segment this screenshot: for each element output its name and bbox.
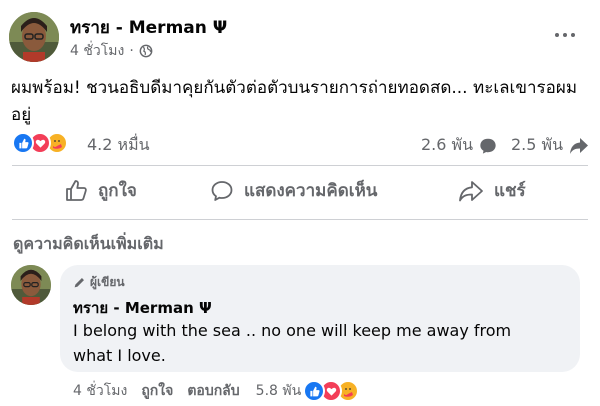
like-button-label: ถูกใจ	[98, 181, 137, 201]
like-button[interactable]: ถูกใจ	[64, 177, 137, 204]
thumbs-up-icon	[64, 179, 88, 203]
comment-author-name[interactable]: ทราย - Merman Ψ	[73, 296, 212, 320]
share-button[interactable]: แชร์	[458, 177, 526, 204]
comment-count-group[interactable]: 2.6 พัน	[421, 133, 497, 158]
author-badge: ผู้เขียน	[73, 273, 125, 292]
comment-reply-button[interactable]: ตอบกลับ	[187, 380, 239, 402]
comment-button[interactable]: แสดงความคิดเห็น	[210, 177, 377, 204]
commenter-avatar[interactable]	[11, 265, 51, 305]
more-options-icon[interactable]	[555, 30, 581, 40]
comment-time[interactable]: 4 ชั่วโมง	[73, 380, 127, 402]
comment-text: I belong with the sea .. no one will kee…	[73, 321, 512, 365]
post-author-name[interactable]: ทราย - Merman Ψ	[70, 14, 227, 41]
like-reaction-icon	[12, 132, 34, 154]
comment-reaction-icons[interactable]	[303, 380, 360, 402]
globe-icon	[139, 44, 153, 58]
reaction-count[interactable]: 4.2 หมื่น	[87, 133, 150, 158]
actions-divider	[12, 219, 588, 220]
reactions-divider	[12, 165, 588, 166]
share-button-label: แชร์	[494, 181, 526, 201]
like-reaction-icon	[303, 380, 326, 402]
view-more-comments-link[interactable]: ดูความคิดเห็นเพิ่มเติม	[13, 232, 164, 257]
comment-count: 2.6 พัน	[421, 135, 474, 154]
post-meta: 4 ชั่วโมง ·	[70, 40, 153, 62]
share-count-group[interactable]: 2.5 พัน	[511, 133, 589, 158]
share-icon	[458, 180, 484, 202]
comment-actions: 4 ชั่วโมง ถูกใจ ตอบกลับ 5.8 พัน	[73, 380, 360, 402]
post-time[interactable]: 4 ชั่วโมง	[70, 40, 124, 62]
comment-icon	[210, 179, 234, 203]
post-text: ผมพร้อม! ชวนอธิบดีมาคุยกันตัวต่อตัวบนราย…	[11, 78, 578, 125]
comment-like-button[interactable]: ถูกใจ	[141, 380, 173, 402]
reaction-icons[interactable]	[12, 132, 68, 154]
author-badge-label: ผู้เขียน	[90, 275, 125, 289]
share-arrow-icon	[569, 137, 589, 155]
comment-reaction-count[interactable]: 5.8 พัน	[256, 380, 302, 402]
author-avatar[interactable]	[9, 12, 59, 62]
comment-bubble-icon	[479, 137, 497, 155]
share-count: 2.5 พัน	[511, 135, 564, 154]
pen-icon	[73, 276, 86, 289]
comment-button-label: แสดงความคิดเห็น	[244, 181, 378, 201]
meta-dot: ·	[129, 43, 134, 59]
